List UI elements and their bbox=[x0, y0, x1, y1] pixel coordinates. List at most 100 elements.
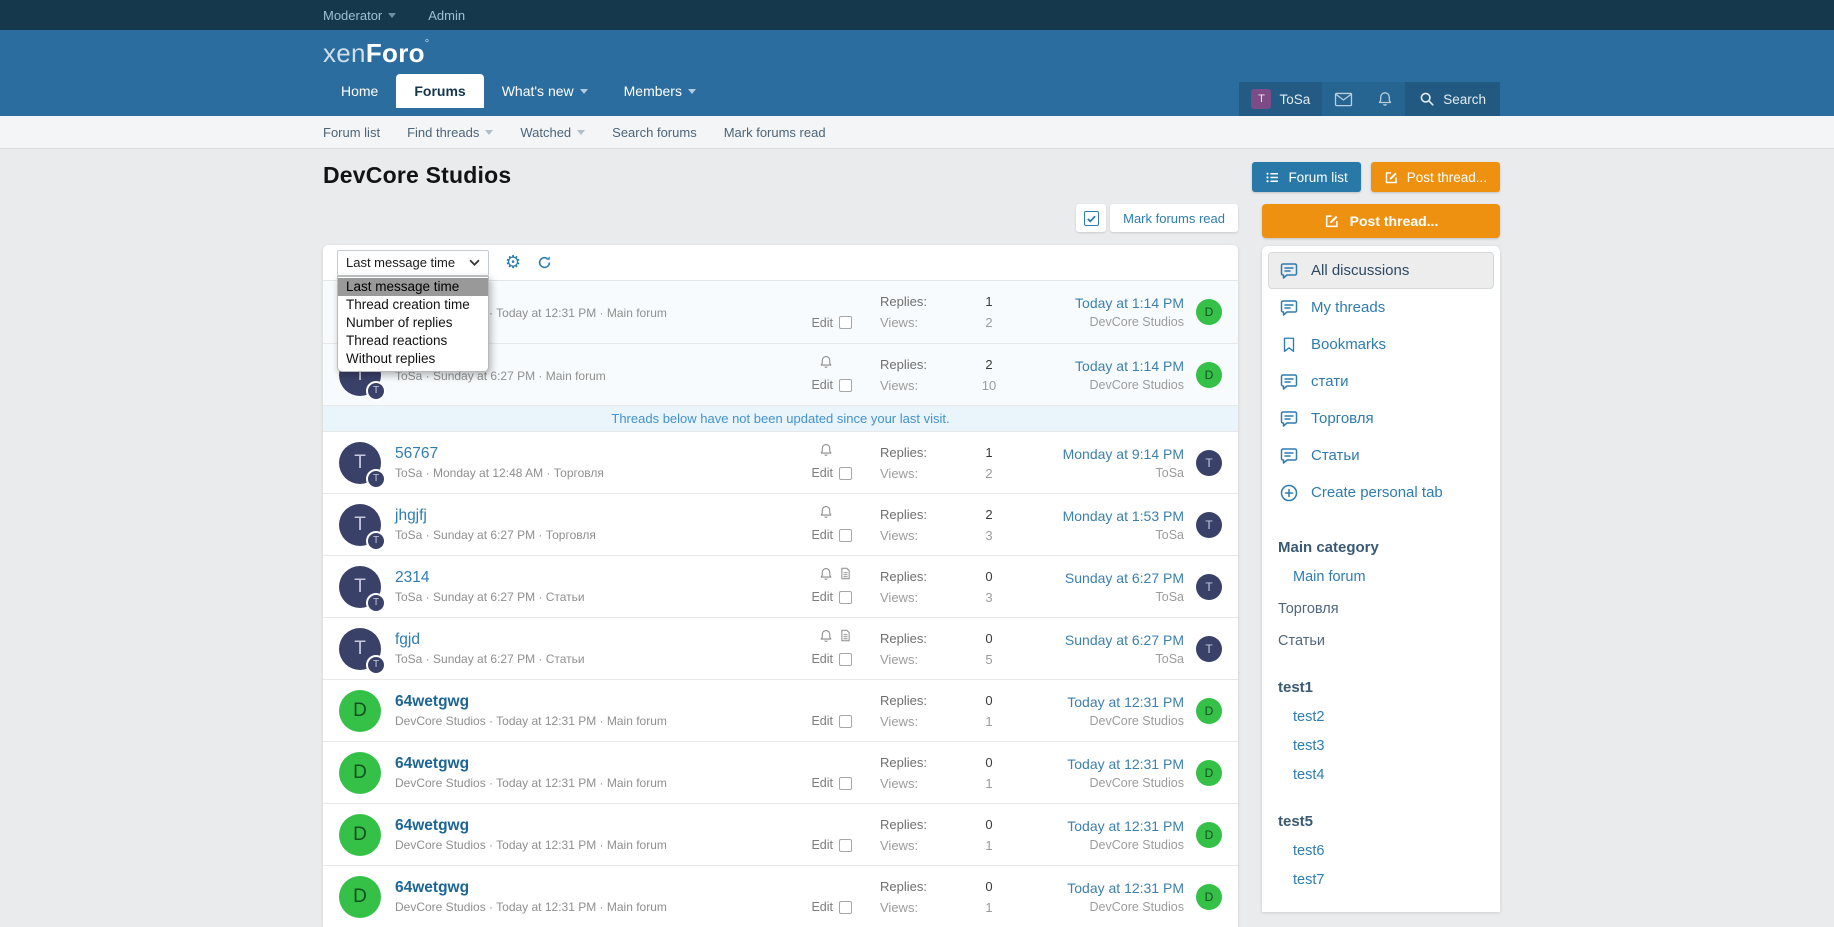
thread-meta[interactable]: DevCore Studios · Today at 12:31 PM · Ma… bbox=[395, 900, 788, 915]
category-heading[interactable]: test5 bbox=[1278, 813, 1484, 830]
sort-dropdown-option[interactable]: Last message time bbox=[338, 278, 488, 296]
thread-author-avatar[interactable]: T T bbox=[339, 628, 381, 670]
moderator-menu[interactable]: Moderator bbox=[323, 8, 396, 23]
last-poster-avatar[interactable]: T bbox=[1196, 512, 1222, 538]
main-nav-tab[interactable]: Members bbox=[606, 74, 714, 108]
thread-author-avatar[interactable]: D bbox=[339, 814, 381, 856]
thread-title-link[interactable]: 64wetgwg bbox=[395, 816, 788, 835]
site-logo[interactable]: xenForo° bbox=[323, 30, 1500, 74]
sort-dropdown-option[interactable]: Thread creation time bbox=[338, 296, 488, 314]
search-button[interactable]: Search bbox=[1405, 82, 1500, 116]
thread-select-checkbox[interactable] bbox=[839, 379, 852, 392]
last-poster-avatar[interactable]: D bbox=[1196, 884, 1222, 910]
last-poster-avatar[interactable]: D bbox=[1196, 760, 1222, 786]
mark-forums-read-link[interactable]: Mark forums read bbox=[1110, 204, 1238, 232]
thread-meta[interactable]: ToSa · Monday at 12:48 AM · Торговля bbox=[395, 466, 788, 481]
last-poster-avatar[interactable]: T bbox=[1196, 574, 1222, 600]
thread-meta[interactable]: DevCore Studios · Today at 12:31 PM · Ma… bbox=[395, 838, 788, 853]
thread-author-avatar[interactable]: D bbox=[339, 690, 381, 732]
sidebar-tab[interactable]: Bookmarks bbox=[1268, 326, 1494, 363]
thread-author-avatar[interactable]: D bbox=[339, 876, 381, 918]
sort-dropdown-option[interactable]: Thread reactions bbox=[338, 332, 488, 350]
main-nav-tab[interactable]: Forums bbox=[396, 74, 483, 108]
last-poster-avatar[interactable]: D bbox=[1196, 698, 1222, 724]
subnav-item[interactable]: Watched bbox=[520, 125, 585, 140]
forum-link[interactable]: Статьи bbox=[1278, 633, 1484, 649]
thread-select-checkbox[interactable] bbox=[839, 653, 852, 666]
post-thread-button[interactable]: Post thread... bbox=[1371, 162, 1500, 192]
category-heading[interactable]: test1 bbox=[1278, 679, 1484, 696]
edit-link[interactable]: Edit bbox=[811, 316, 833, 330]
sort-select[interactable]: Last message time bbox=[337, 250, 489, 276]
edit-link[interactable]: Edit bbox=[811, 900, 833, 914]
thread-select-checkbox[interactable] bbox=[839, 901, 852, 914]
thread-meta[interactable]: ToSa · Sunday at 6:27 PM · Статьи bbox=[395, 590, 788, 605]
main-nav-tab[interactable]: Home bbox=[323, 74, 396, 108]
last-post-time-link[interactable]: Today at 12:31 PM bbox=[1022, 880, 1184, 896]
category-heading[interactable]: Main category bbox=[1278, 539, 1484, 556]
alerts-button[interactable] bbox=[1365, 82, 1405, 116]
thread-title-link[interactable]: 64wetgwg bbox=[395, 878, 788, 897]
last-poster-avatar[interactable]: D bbox=[1196, 822, 1222, 848]
thread-select-checkbox[interactable] bbox=[839, 316, 852, 329]
last-post-time-link[interactable]: Sunday at 6:27 PM bbox=[1022, 632, 1184, 648]
edit-link[interactable]: Edit bbox=[811, 838, 833, 852]
forum-link[interactable]: test4 bbox=[1278, 767, 1484, 783]
thread-meta[interactable]: DevCore Studios · Today at 12:31 PM · Ma… bbox=[395, 714, 788, 729]
thread-title-link[interactable]: fgjd bbox=[395, 630, 788, 649]
edit-link[interactable]: Edit bbox=[811, 466, 833, 480]
sidebar-tab[interactable]: стати bbox=[1268, 363, 1494, 400]
subnav-item[interactable]: Mark forums read bbox=[724, 125, 826, 140]
sidebar-tab[interactable]: Статьи bbox=[1268, 437, 1494, 474]
thread-select-checkbox[interactable] bbox=[839, 467, 852, 480]
sort-dropdown-option[interactable]: Without replies bbox=[338, 350, 488, 368]
subnav-item[interactable]: Find threads bbox=[407, 125, 493, 140]
last-post-time-link[interactable]: Today at 12:31 PM bbox=[1022, 694, 1184, 710]
edit-link[interactable]: Edit bbox=[811, 714, 833, 728]
refresh-button[interactable] bbox=[537, 255, 552, 270]
conversations-button[interactable] bbox=[1322, 82, 1365, 116]
edit-link[interactable]: Edit bbox=[811, 776, 833, 790]
filter-settings-button[interactable]: ⚙ bbox=[505, 254, 521, 272]
forum-link[interactable]: test3 bbox=[1278, 738, 1484, 754]
last-post-time-link[interactable]: Sunday at 6:27 PM bbox=[1022, 570, 1184, 586]
last-post-time-link[interactable]: Today at 1:14 PM bbox=[1022, 295, 1184, 311]
thread-select-checkbox[interactable] bbox=[839, 591, 852, 604]
thread-select-checkbox[interactable] bbox=[839, 529, 852, 542]
subnav-item[interactable]: Forum list bbox=[323, 125, 380, 140]
admin-link[interactable]: Admin bbox=[428, 8, 465, 23]
thread-title-link[interactable]: 64wetgwg bbox=[395, 692, 788, 711]
forum-link[interactable]: Торговля bbox=[1278, 601, 1484, 617]
thread-author-avatar[interactable]: T T bbox=[339, 442, 381, 484]
thread-title-link[interactable]: 64wetgwg bbox=[395, 754, 788, 773]
sidebar-tab[interactable]: Торговля bbox=[1268, 400, 1494, 437]
thread-meta[interactable]: ToSa · Sunday at 6:27 PM · Статьи bbox=[395, 652, 788, 667]
last-post-time-link[interactable]: Today at 12:31 PM bbox=[1022, 756, 1184, 772]
edit-link[interactable]: Edit bbox=[811, 590, 833, 604]
forum-link[interactable]: test7 bbox=[1278, 872, 1484, 888]
sidebar-post-thread-button[interactable]: Post thread... bbox=[1262, 204, 1500, 238]
edit-link[interactable]: Edit bbox=[811, 528, 833, 542]
last-poster-avatar[interactable]: T bbox=[1196, 450, 1222, 476]
thread-meta[interactable]: ToSa · Sunday at 6:27 PM · Торговля bbox=[395, 528, 788, 543]
forum-link[interactable]: test2 bbox=[1278, 709, 1484, 725]
last-post-time-link[interactable]: Today at 1:14 PM bbox=[1022, 358, 1184, 374]
thread-title-link[interactable]: 2314 bbox=[395, 568, 788, 587]
forum-link[interactable]: Main forum bbox=[1278, 569, 1484, 585]
last-post-time-link[interactable]: Monday at 1:53 PM bbox=[1022, 508, 1184, 524]
thread-author-avatar[interactable]: T T bbox=[339, 504, 381, 546]
subnav-item[interactable]: Search forums bbox=[612, 125, 697, 140]
mark-forums-read-checkbox[interactable] bbox=[1076, 204, 1106, 232]
last-poster-avatar[interactable]: D bbox=[1196, 362, 1222, 388]
forum-list-button[interactable]: Forum list bbox=[1252, 162, 1360, 192]
thread-select-checkbox[interactable] bbox=[839, 715, 852, 728]
main-nav-tab[interactable]: What's new bbox=[484, 74, 606, 108]
last-poster-avatar[interactable]: D bbox=[1196, 299, 1222, 325]
thread-select-checkbox[interactable] bbox=[839, 839, 852, 852]
edit-link[interactable]: Edit bbox=[811, 378, 833, 392]
thread-title-link[interactable]: 56767 bbox=[395, 444, 788, 463]
thread-select-checkbox[interactable] bbox=[839, 777, 852, 790]
sort-dropdown-option[interactable]: Number of replies bbox=[338, 314, 488, 332]
thread-meta[interactable]: DevCore Studios · Today at 12:31 PM · Ma… bbox=[395, 776, 788, 791]
last-post-time-link[interactable]: Monday at 9:14 PM bbox=[1022, 446, 1184, 462]
